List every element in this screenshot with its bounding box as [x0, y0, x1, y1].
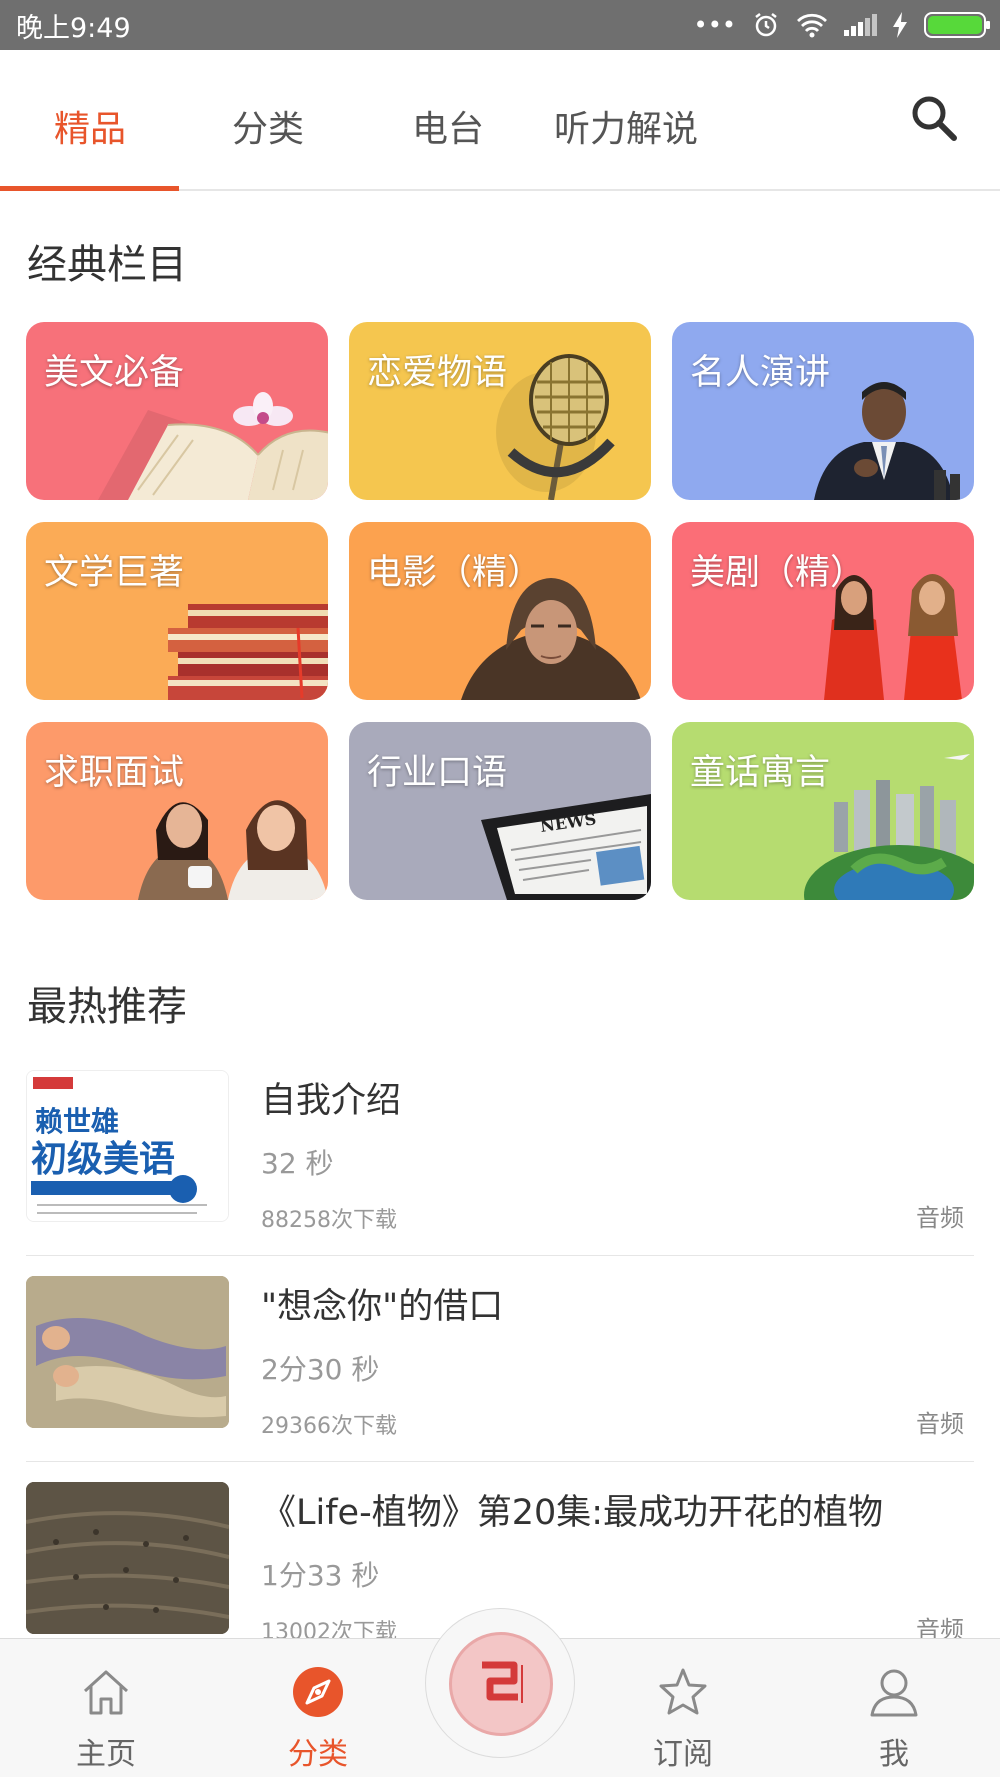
center-play-button[interactable]	[425, 1608, 575, 1758]
nav-label: 分类	[288, 1737, 348, 1772]
category-card-mingren[interactable]: 名人演讲	[672, 322, 974, 500]
item-downloads: 29366次下载	[261, 1414, 397, 1439]
category-label: 美剧（精）	[690, 553, 866, 593]
category-label: 恋爱物语	[367, 353, 508, 393]
category-card-tonghua[interactable]: 童话寓言	[672, 722, 974, 900]
category-card-lianai[interactable]: 恋爱物语	[349, 322, 651, 500]
wifi-icon	[797, 13, 827, 38]
tab-diantai[interactable]: 电台	[412, 100, 484, 152]
list-item[interactable]: 赖世雄 初级美语 自我介绍 32 秒 88258次下载 音频	[26, 1050, 974, 1256]
list-item[interactable]: "想念你"的借口 2分30 秒 29366次下载 音频	[26, 1256, 974, 1462]
nav-label: 我	[879, 1737, 909, 1772]
top-tab-bar: 精品 分类 电台 听力解说	[0, 50, 1000, 191]
user-icon	[870, 1669, 918, 1717]
category-card-qiuzhi[interactable]: 求职面试	[26, 722, 328, 900]
category-card-meiju[interactable]: 美剧（精）	[672, 522, 974, 700]
battery-icon	[924, 12, 990, 38]
item-type-badge: 音频	[916, 1410, 964, 1438]
search-icon[interactable]	[908, 92, 960, 144]
category-label: 行业口语	[367, 753, 508, 793]
status-icons: •••	[693, 11, 990, 39]
item-type-badge: 音频	[916, 1204, 964, 1232]
category-label: 文学巨著	[44, 553, 185, 593]
item-duration: 1分33 秒	[261, 1559, 380, 1592]
hot-section-title: 最热推荐	[27, 984, 187, 1030]
tab-fenlei[interactable]: 分类	[232, 100, 304, 152]
app-logo-icon	[449, 1632, 553, 1736]
book-cover-thumbnail: 赖世雄 初级美语	[26, 1070, 229, 1222]
home-icon	[83, 1670, 129, 1715]
star-icon	[659, 1668, 707, 1715]
photo-thumbnail	[26, 1482, 229, 1634]
category-label: 名人演讲	[690, 353, 831, 393]
category-label: 求职面试	[44, 753, 185, 793]
news-tablet-icon: NEWS	[481, 794, 651, 900]
status-time: 晚上9:49	[16, 12, 131, 44]
svg-text:赖世雄: 赖世雄	[35, 1105, 119, 1138]
category-card-dianying[interactable]: 电影（精）	[349, 522, 651, 700]
nav-item-home[interactable]: 主页	[46, 1639, 166, 1777]
book-stack-icon	[168, 604, 328, 700]
status-bar: 晚上9:49 •••	[0, 0, 1000, 50]
compass-icon	[293, 1667, 343, 1717]
photo-thumbnail	[26, 1276, 229, 1428]
classic-section-title: 经典栏目	[27, 242, 187, 288]
tab-tingli-jieshuo[interactable]: 听力解说	[554, 100, 698, 152]
charging-icon	[893, 12, 907, 38]
nav-item-subscribe[interactable]: 订阅	[623, 1639, 743, 1777]
item-title: 《Life-植物》第20集:最成功开花的植物	[261, 1493, 884, 1533]
item-duration: 32 秒	[261, 1147, 334, 1180]
category-label: 电影（精）	[367, 553, 543, 593]
nav-item-me[interactable]: 我	[834, 1639, 954, 1777]
svg-text:初级美语: 初级美语	[31, 1139, 175, 1180]
item-downloads: 88258次下载	[261, 1208, 397, 1233]
item-title: "想念你"的借口	[261, 1287, 504, 1327]
category-grid: 美文必备 恋爱物语 名人演讲 文学巨著 电影（精） 美剧（精） 求职面试 NEW…	[26, 322, 974, 900]
tab-jingpin[interactable]: 精品	[54, 100, 126, 152]
signal-icon	[844, 14, 877, 36]
alarm-icon	[755, 13, 777, 37]
nav-label: 订阅	[653, 1737, 713, 1772]
active-tab-indicator	[0, 186, 179, 191]
nav-label: 主页	[76, 1737, 136, 1772]
category-card-wenxue[interactable]: 文学巨著	[26, 522, 328, 700]
category-label: 美文必备	[44, 353, 185, 393]
more-dots-icon: •••	[693, 11, 736, 39]
category-card-hangye[interactable]: NEWS 行业口语	[349, 722, 651, 900]
category-label: 童话寓言	[690, 753, 831, 793]
item-title: 自我介绍	[261, 1081, 402, 1121]
nav-item-category[interactable]: 分类	[258, 1639, 378, 1777]
category-card-meiwen[interactable]: 美文必备	[26, 322, 328, 500]
item-duration: 2分30 秒	[261, 1353, 380, 1386]
